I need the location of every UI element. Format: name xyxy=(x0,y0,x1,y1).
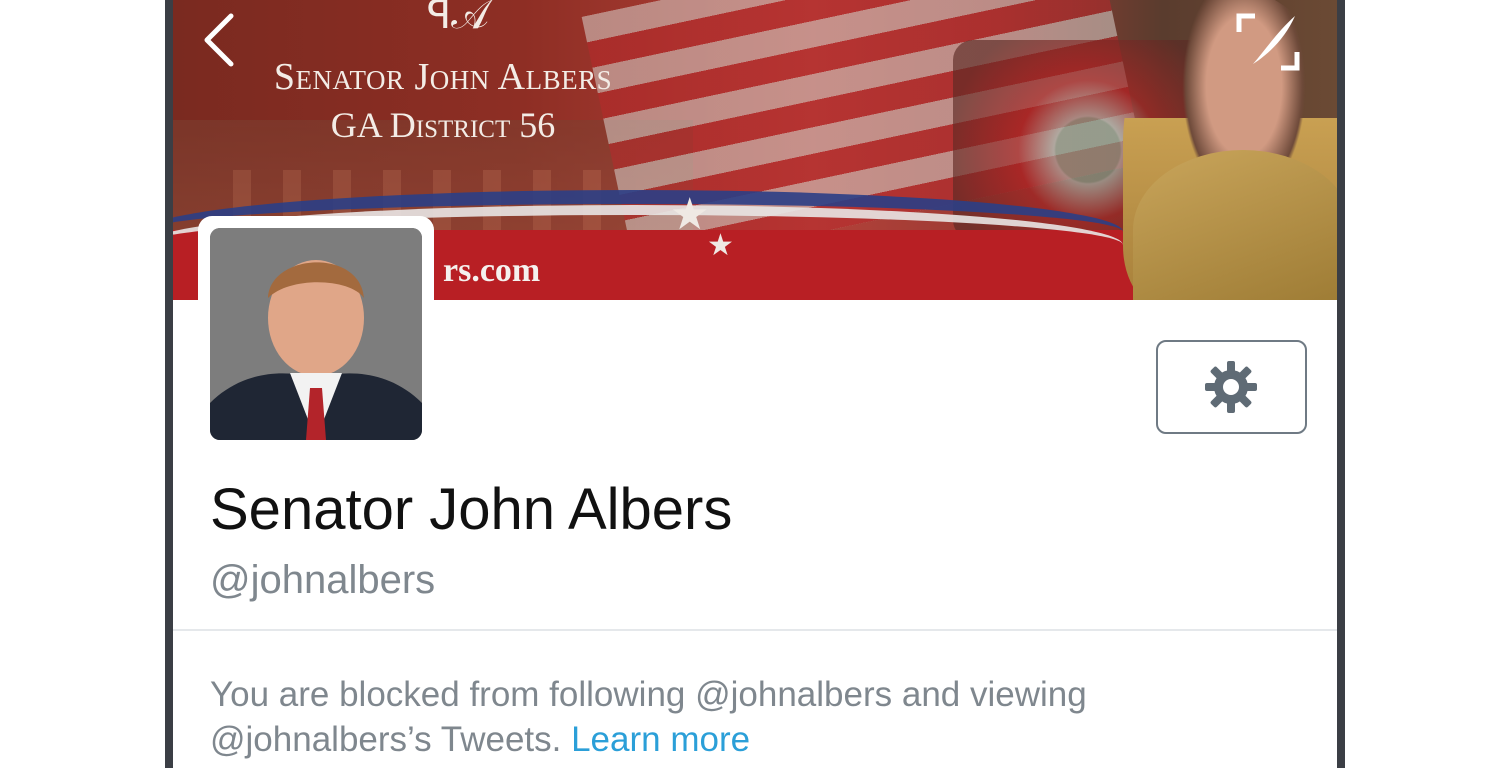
profile-handle: @johnalbers xyxy=(210,558,436,602)
blocked-notice: You are blocked from following @johnalbe… xyxy=(210,672,1290,762)
avatar[interactable] xyxy=(198,216,434,444)
settings-button[interactable] xyxy=(1156,340,1307,434)
star-icon: ★ xyxy=(670,190,710,239)
gear-icon xyxy=(1205,361,1257,413)
star-icon: ★ xyxy=(707,229,734,262)
chevron-left-icon xyxy=(204,13,234,67)
avatar-photo xyxy=(210,228,422,440)
banner-logo: ꟼ𝒜 xyxy=(427,0,489,37)
learn-more-link[interactable]: Learn more xyxy=(571,720,750,759)
banner-title: Senator John Albers xyxy=(273,56,613,98)
expand-frame-feather-icon xyxy=(1236,13,1300,71)
back-button[interactable] xyxy=(199,10,249,70)
banner-url: rs.com xyxy=(443,252,541,289)
expand-banner-button[interactable] xyxy=(1235,12,1301,72)
phone-bezel-right xyxy=(1337,0,1345,768)
divider xyxy=(173,629,1337,631)
profile-screen: ꟼ𝒜 Senator John Albers GA District 56 ★ … xyxy=(165,0,1345,768)
phone-bezel-left xyxy=(165,0,173,768)
banner-subtitle: GA District 56 xyxy=(330,105,556,145)
profile-display-name: Senator John Albers xyxy=(210,477,733,542)
